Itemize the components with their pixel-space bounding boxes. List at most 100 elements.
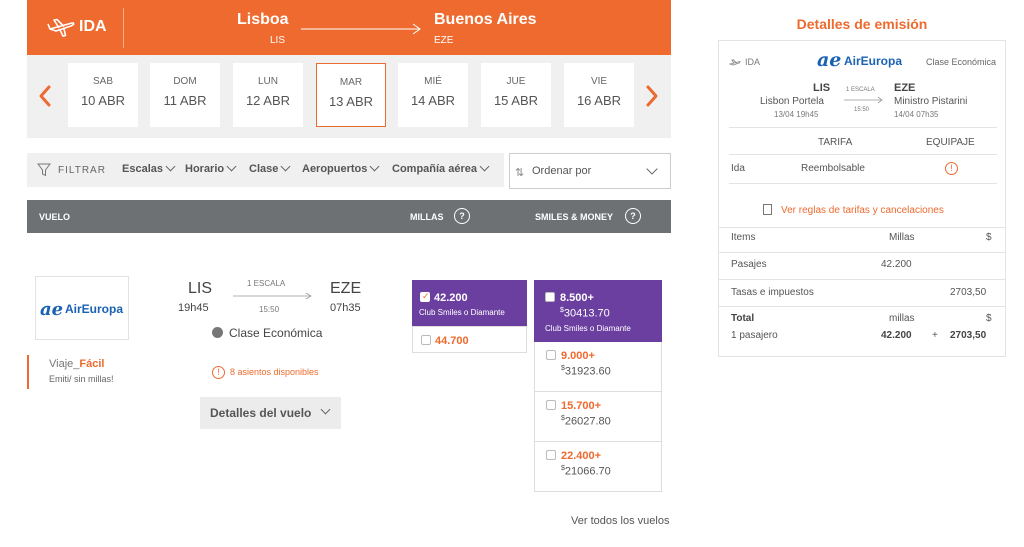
filter-aeropuertos[interactable]: Aeropuertos xyxy=(302,161,380,175)
header-smiles-money: SMILES & MONEY xyxy=(535,212,614,222)
header-millas: MILLAS xyxy=(410,212,444,222)
panel-origin-date: 13/04 19h45 xyxy=(774,110,819,119)
pasajes-label: Pasajes xyxy=(731,259,767,270)
baggage-warning-icon[interactable]: ! xyxy=(945,162,958,175)
sort-dropdown[interactable]: ⇅ Ordenar por xyxy=(509,153,671,189)
chevron-down-icon xyxy=(369,161,380,172)
fare-type: Reembolsable xyxy=(801,163,865,174)
divider xyxy=(729,154,997,155)
plane-icon xyxy=(729,58,741,66)
taxes-amount: 2703,50 xyxy=(950,287,987,298)
seat-icon xyxy=(212,327,223,338)
smiles-value: 9.000+ xyxy=(561,350,595,362)
see-all-flights-link[interactable]: Ver todos los vuelos xyxy=(571,515,669,527)
filter-escalas-label: Escalas xyxy=(122,163,163,175)
flight-origin: LIS xyxy=(188,280,213,297)
money-value: $26027.80 xyxy=(561,415,611,428)
sort-label: Ordenar por xyxy=(532,165,592,177)
smiles-value: 15.700+ xyxy=(561,400,602,412)
airline-name: AirEuropa xyxy=(844,54,903,68)
total-money: 2703,50 xyxy=(950,330,987,341)
destination-code: EZE xyxy=(434,35,454,46)
money-value: $30413.70 xyxy=(560,307,610,320)
date-card[interactable]: VIE 16 ABR xyxy=(564,63,634,127)
date-day: 14 ABR xyxy=(410,93,456,108)
checkbox[interactable] xyxy=(546,450,556,460)
plane-icon xyxy=(47,18,75,37)
route-line-icon xyxy=(844,96,883,104)
next-dates-arrow-icon[interactable] xyxy=(644,84,660,108)
origin-code: LIS xyxy=(270,35,286,46)
checkbox[interactable] xyxy=(546,350,556,360)
smiles-money-option[interactable]: 9.000+ $31923.60 xyxy=(534,342,662,392)
millas-value: 42.200 xyxy=(434,292,468,304)
chevron-down-icon xyxy=(646,163,658,175)
checkbox[interactable] xyxy=(421,335,431,345)
checkbox[interactable] xyxy=(546,400,556,410)
date-weekday: VIE xyxy=(590,76,608,87)
filter-horario[interactable]: Horario xyxy=(185,161,237,175)
fare-row-label: Ida xyxy=(731,163,745,174)
direction-label: IDA xyxy=(79,18,107,35)
panel-stops: 1 ESCALA xyxy=(846,87,875,93)
money-amount: 21066.70 xyxy=(564,465,611,478)
divider xyxy=(123,8,124,48)
table-header-tarifa: TARIFA xyxy=(818,137,853,148)
millas-value: 44.700 xyxy=(435,335,469,347)
filter-escalas[interactable]: Escalas xyxy=(122,161,176,175)
airline-name: AirEuropa xyxy=(65,302,124,316)
total-millas: 42.200 xyxy=(881,330,912,341)
money-value: $21066.70 xyxy=(561,465,611,478)
chevron-down-icon xyxy=(165,161,176,172)
header-vuelo: VUELO xyxy=(39,212,71,222)
filter-compania-label: Compañía aérea xyxy=(392,163,477,175)
filter-horario-label: Horario xyxy=(185,163,225,175)
origin-city: Lisboa xyxy=(237,11,289,28)
flight-arrival-time: 07h35 xyxy=(330,302,361,314)
date-card[interactable]: JUE 15 ABR xyxy=(481,63,551,127)
checkbox-checked[interactable] xyxy=(420,291,430,302)
divider xyxy=(729,183,997,184)
date-card[interactable]: MIÉ 14 ABR xyxy=(398,63,468,127)
flight-duration: 15:50 xyxy=(259,305,280,314)
panel-direction-label: IDA xyxy=(745,57,761,67)
date-card-selected[interactable]: MAR 13 ABR xyxy=(316,63,386,127)
date-card[interactable]: SAB 10 ABR xyxy=(68,63,138,127)
total-label: Total xyxy=(731,313,755,324)
checkbox[interactable] xyxy=(545,292,555,302)
prev-dates-arrow-icon[interactable] xyxy=(37,84,53,108)
chevron-down-icon xyxy=(280,161,291,172)
millas-club-label: Club Smiles o Diamante xyxy=(419,308,505,317)
total-money-unit: $ xyxy=(986,313,992,324)
fare-rules-label: Ver reglas de tarifas y cancelaciones xyxy=(781,205,944,216)
date-weekday: JUE xyxy=(506,76,526,87)
millas-option[interactable]: 44.700 xyxy=(412,326,527,353)
warning-icon: ! xyxy=(212,366,225,379)
money-amount: 31923.60 xyxy=(564,365,611,378)
chevron-down-icon xyxy=(320,404,331,415)
issuance-details-panel: IDA ae AirEuropa Clase Económica LIS Lis… xyxy=(718,40,1006,357)
date-card[interactable]: LUN 12 ABR xyxy=(233,63,303,127)
millas-option-selected[interactable]: 42.200 Club Smiles o Diamante xyxy=(412,280,527,326)
smiles-money-option[interactable]: 15.700+ $26027.80 xyxy=(534,392,662,442)
cabin-class: Clase Económica xyxy=(212,326,322,340)
filter-compania[interactable]: Compañía aérea xyxy=(392,161,490,175)
fare-rules-link[interactable]: Ver reglas de tarifas y cancelaciones xyxy=(763,202,944,216)
date-day: 12 ABR xyxy=(245,93,291,108)
smiles-money-option-selected[interactable]: 8.500+ $30413.70 Club Smiles o Diamante xyxy=(534,280,662,342)
flight-details-button[interactable]: Detalles del vuelo xyxy=(200,397,341,429)
help-icon[interactable]: ? xyxy=(454,208,470,224)
date-weekday: SAB xyxy=(92,76,113,87)
cabin-class-label: Clase Económica xyxy=(229,326,323,340)
airline-logo: ae AirEuropa xyxy=(35,276,129,340)
document-icon xyxy=(763,204,772,215)
filter-clase[interactable]: Clase xyxy=(249,161,291,175)
smiles-money-option[interactable]: 22.400+ $21066.70 xyxy=(534,442,662,492)
date-card[interactable]: DOM 11 ABR xyxy=(150,63,220,127)
filter-bar: FILTRAR Escalas Horario Clase Aeropuerto… xyxy=(27,153,504,187)
help-icon[interactable]: ? xyxy=(625,208,641,224)
filter-aeropuertos-label: Aeropuertos xyxy=(302,163,368,175)
money-header: $ xyxy=(986,232,992,243)
sort-icon: ⇅ xyxy=(515,167,525,179)
panel-dest-code: EZE xyxy=(894,82,916,94)
